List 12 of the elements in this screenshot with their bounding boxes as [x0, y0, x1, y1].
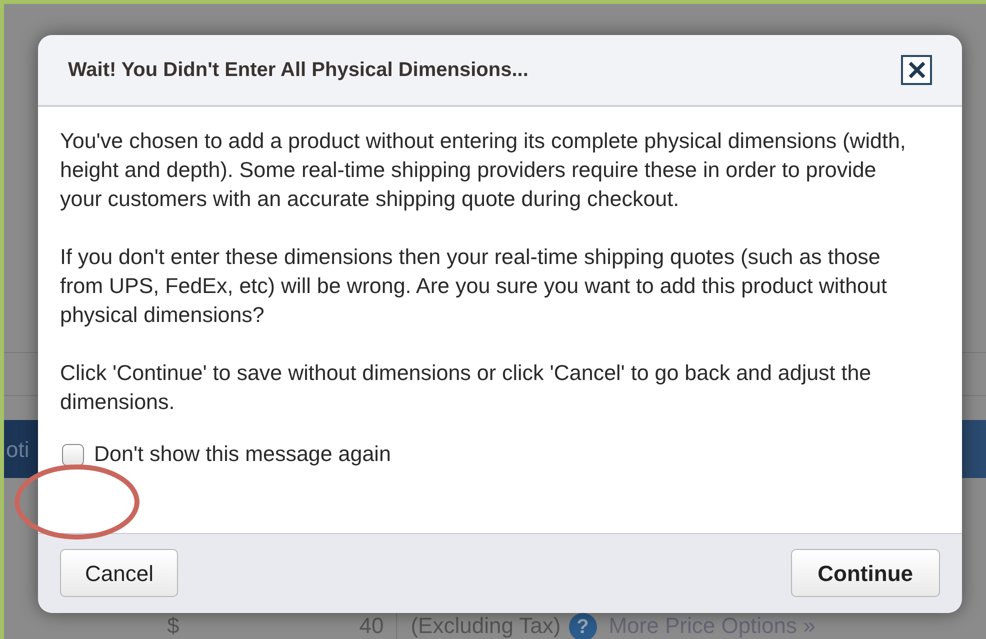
cancel-button[interactable]: Cancel [60, 549, 178, 597]
message-paragraph: You've chosen to add a product without entering its complete physical dimensions (width, height and depth). Some real-time shipping providers require these in order to provide your customers with an accurate shipping quote during checkout. [60, 128, 907, 213]
continue-button[interactable]: Continue [790, 549, 940, 597]
message-paragraph: If you don't enter these dimensions then your real-time shipping quotes (such as those from UPS, FedEx, etc) will be wrong. Are you sure you want to add this product without physical dimensions? [60, 244, 888, 329]
checkbox-label: Don't show this message again [94, 441, 391, 468]
close-icon [908, 61, 926, 79]
message-paragraph: Click 'Continue' to save without dimensions or click 'Cancel' to go back and adjust the dimensions. [60, 360, 872, 416]
dialog-title: Wait! You Didn't Enter All Physical Dimensions... [68, 58, 528, 83]
section-title: oti [6, 436, 30, 464]
currency-symbol: $ [167, 613, 180, 639]
dont-show-checkbox[interactable] [62, 444, 84, 466]
close-button[interactable] [901, 55, 932, 85]
